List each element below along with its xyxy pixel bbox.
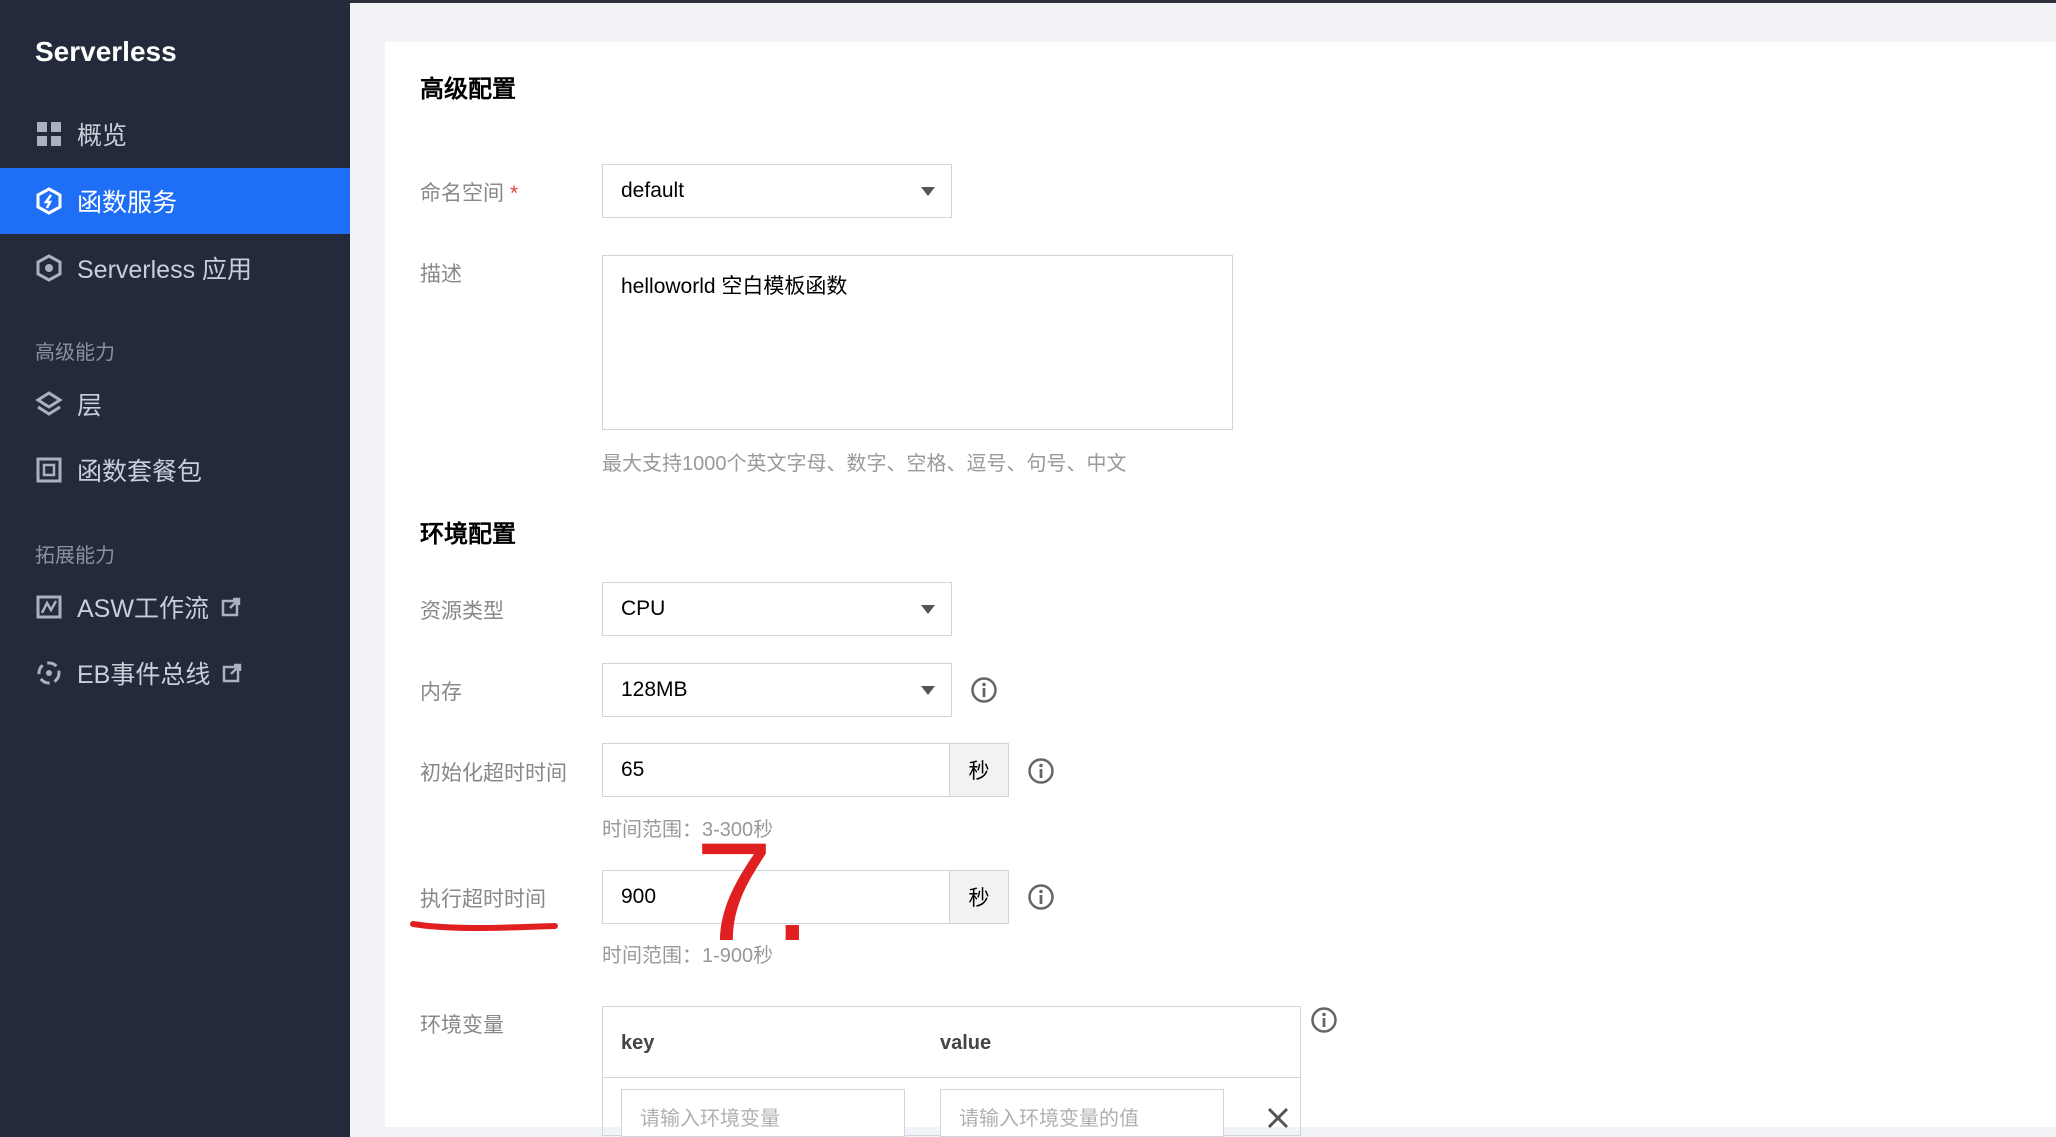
exec-timeout-hint: 时间范围：1-900秒	[602, 945, 774, 967]
workflow-icon	[35, 593, 63, 621]
brand-title: Serverless	[35, 36, 177, 67]
sidebar-item-eb-event-bus[interactable]: EB事件总线	[0, 640, 350, 706]
required-mark: *	[510, 182, 519, 205]
sidebar-item-label: 层	[77, 392, 103, 420]
env-value-header: value	[940, 1032, 992, 1054]
sidebar-item-layers[interactable]: 层	[0, 371, 350, 437]
sidebar-item-label: 概览	[77, 122, 128, 150]
description-hint: 最大支持1000个英文字母、数字、空格、逗号、句号、中文	[602, 453, 1127, 475]
sidebar: Serverless 概览 函数服务 Serverless 应用 高级能力 层 …	[0, 0, 350, 1137]
chevron-down-icon	[921, 605, 935, 614]
function-icon	[35, 187, 63, 215]
group-label-advanced: 高级能力	[35, 342, 115, 364]
env-value-input[interactable]: 请输入环境变量的值	[940, 1089, 1224, 1137]
info-icon[interactable]	[970, 676, 998, 704]
env-vars-table: key value 请输入环境变量 请输入环境变量的值	[602, 1006, 1301, 1137]
info-icon[interactable]	[1027, 883, 1055, 911]
external-link-icon	[222, 663, 242, 683]
exec-timeout-unit: 秒	[949, 870, 1009, 924]
init-timeout-input[interactable]: 65	[602, 743, 949, 797]
package-icon	[35, 456, 63, 484]
description-textarea[interactable]: helloworld 空白模板函数	[602, 255, 1233, 430]
layers-icon	[35, 390, 63, 418]
memory-value: 128MB	[621, 678, 688, 701]
top-border	[350, 0, 2056, 3]
sidebar-item-label: 函数套餐包	[77, 458, 203, 486]
sidebar-item-packages[interactable]: 函数套餐包	[0, 437, 350, 503]
chevron-down-icon	[921, 686, 935, 695]
resource-type-label: 资源类型	[420, 600, 504, 623]
sidebar-item-serverless-app[interactable]: Serverless 应用	[0, 235, 350, 301]
sidebar-item-label: Serverless 应用	[77, 256, 253, 284]
memory-select[interactable]: 128MB	[602, 663, 952, 717]
exec-timeout-label: 执行超时时间	[420, 888, 546, 911]
namespace-select[interactable]: default	[602, 164, 952, 218]
config-panel: 高级配置 命名空间 * default 描述 helloworld 空白模板函数 …	[385, 42, 2056, 1137]
resource-type-value: CPU	[621, 597, 666, 620]
app-icon	[35, 254, 63, 282]
namespace-value: default	[621, 179, 685, 202]
init-timeout-label: 初始化超时时间	[420, 762, 567, 785]
sidebar-item-functions[interactable]: 函数服务	[0, 168, 350, 234]
table-divider	[603, 1077, 1300, 1078]
sidebar-item-overview[interactable]: 概览	[0, 101, 350, 167]
namespace-label-text: 命名空间	[420, 182, 504, 205]
external-link-icon	[221, 597, 241, 617]
event-bus-icon	[35, 659, 63, 687]
init-timeout-unit: 秒	[949, 743, 1009, 797]
close-icon[interactable]	[1266, 1106, 1290, 1130]
namespace-label: 命名空间 *	[420, 177, 518, 207]
env-key-header: key	[621, 1032, 655, 1054]
sidebar-item-label: ASW工作流	[77, 595, 209, 623]
env-vars-label: 环境变量	[420, 1014, 504, 1037]
info-icon[interactable]	[1027, 757, 1055, 785]
chevron-down-icon	[921, 187, 935, 196]
init-timeout-hint: 时间范围：3-300秒	[602, 819, 774, 841]
grid-icon	[35, 120, 63, 148]
resource-type-select[interactable]: CPU	[602, 582, 952, 636]
env-key-input[interactable]: 请输入环境变量	[621, 1089, 905, 1137]
section-title-environment: 环境配置	[420, 521, 516, 548]
info-icon[interactable]	[1310, 1006, 1338, 1034]
sidebar-item-label: 函数服务	[77, 189, 178, 217]
exec-timeout-input[interactable]: 900	[602, 870, 949, 924]
section-title-advanced: 高级配置	[420, 76, 516, 103]
sidebar-item-asw-workflow[interactable]: ASW工作流	[0, 574, 350, 640]
group-label-extend: 拓展能力	[35, 545, 115, 567]
description-label: 描述	[420, 263, 462, 286]
sidebar-item-label: EB事件总线	[77, 661, 211, 689]
memory-label: 内存	[420, 681, 462, 704]
